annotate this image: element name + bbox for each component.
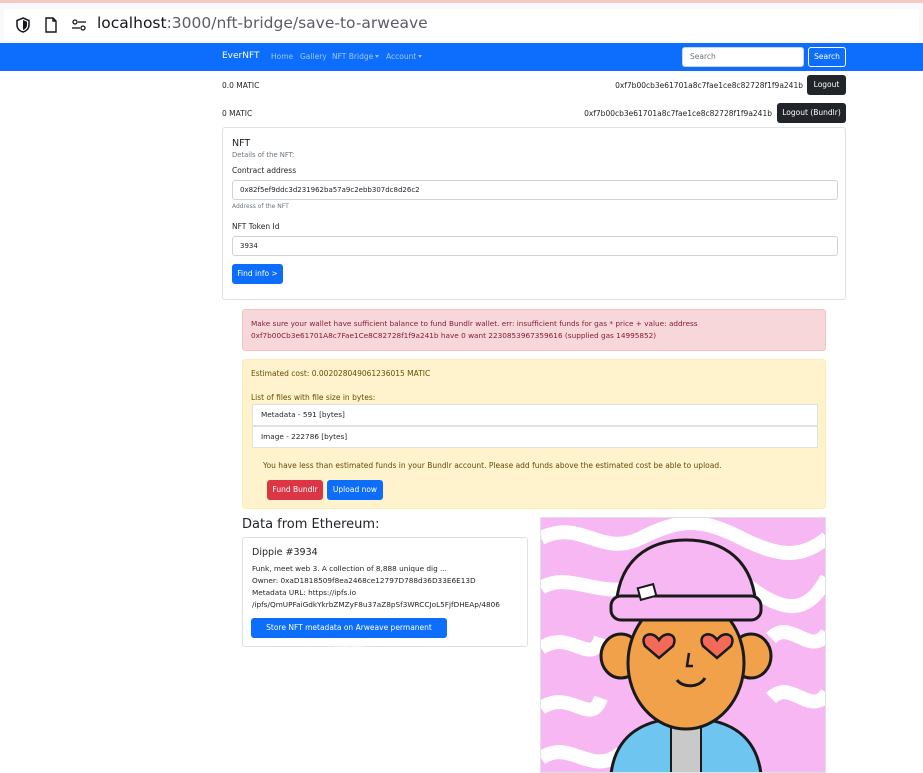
url-host: localhost — [97, 14, 167, 32]
funds-warning: You have less than estimated funds in yo… — [263, 461, 722, 470]
token-label: NFT Token Id — [232, 222, 280, 231]
address-bar[interactable]: localhost:3000/nft-bridge/save-to-arweav… — [4, 9, 919, 41]
shield-icon[interactable] — [14, 16, 32, 34]
find-info-button[interactable]: Find info > — [232, 264, 283, 284]
cost-alert: Estimated cost: 0.002028049061236015 MAT… — [242, 359, 826, 509]
nft-description: Funk, meet web 3. A collection of 8,888 … — [252, 564, 447, 573]
nft-image — [540, 517, 826, 773]
ethereum-heading: Data from Ethereum: — [242, 517, 380, 532]
upload-now-button[interactable]: Upload now — [327, 480, 383, 500]
logout-button[interactable]: Logout — [807, 75, 846, 95]
contract-label: Contract address — [232, 166, 297, 175]
ethereum-card: Dippie #3934 Funk, meet web 3. A collect… — [242, 537, 528, 652]
page-icon[interactable] — [42, 16, 60, 34]
error-line-1: Make sure your wallet have sufficient ba… — [251, 319, 698, 328]
permissions-icon[interactable] — [70, 16, 88, 34]
chevron-down-icon — [375, 55, 380, 58]
nav-account[interactable]: Account — [386, 52, 423, 61]
nft-card-title: NFT — [232, 138, 251, 149]
wallet-address: 0xf7b00cb3e61701a8c7fae1ce8c82728f1f9a24… — [615, 81, 803, 90]
metadata-url-line-2: /ipfs/QmUPFaiGdkYkrbZMZyF8u37aZ8pSf3WRCC… — [252, 600, 500, 609]
files-label: List of files with file size in bytes: — [251, 393, 376, 402]
nft-form-card: NFT Details of the NFT: Contract address… — [222, 127, 846, 300]
list-item: Metadata - 591 [bytes] — [252, 404, 818, 426]
logout-bundlr-button[interactable]: Logout (Bundlr) — [777, 103, 846, 123]
nft-card-subtitle: Details of the NFT: — [232, 151, 295, 159]
fund-bundlr-button[interactable]: Fund Bundlr — [267, 480, 323, 500]
dippie-illustration — [541, 518, 825, 772]
estimated-cost: Estimated cost: 0.002028049061236015 MAT… — [251, 369, 431, 378]
browser-toolbar: localhost:3000/nft-bridge/save-to-arweav… — [0, 0, 923, 43]
nav-home[interactable]: Home — [271, 52, 293, 61]
search-input[interactable]: Search — [682, 47, 804, 67]
url-path: :3000/nft-bridge/save-to-arweave — [166, 14, 428, 32]
contract-help: Address of the NFT — [232, 203, 289, 210]
bundlr-balance: 0 MATIC — [222, 109, 253, 118]
search-button[interactable]: Search — [808, 47, 846, 67]
nft-name: Dippie #3934 — [252, 547, 318, 558]
error-line-2: 0xf7b00Cb3e61701A8c7Fae1Ce8C82728f1f9a24… — [251, 331, 657, 340]
chevron-down-icon — [418, 55, 423, 58]
metadata-url-line-1: Metadata URL: https://ipfs.io — [252, 588, 357, 597]
bundlr-address: 0xf7b00cb3e61701a8c7fae1ce8c82728f1f9a24… — [584, 109, 772, 118]
nav-nft-bridge-label: NFT Bridge — [332, 52, 374, 61]
store-metadata-button[interactable]: Store NFT metadata on Arweave permanent … — [251, 618, 447, 652]
nav-nft-bridge[interactable]: NFT Bridge — [332, 52, 380, 61]
contract-address-field[interactable]: 0x82f5ef9ddc3d231962ba57a9c2ebb307dc8d26… — [232, 180, 838, 200]
matic-balance: 0.0 MATIC — [222, 81, 260, 90]
nft-owner: Owner: 0xaD1818509f8ea2468ce12797D788d36… — [252, 576, 476, 585]
navbar-brand[interactable]: EverNFT — [222, 51, 260, 61]
navbar: EverNFT Home Gallery NFT Bridge Account … — [0, 43, 923, 71]
list-item: Image - 222786 [bytes] — [252, 426, 818, 448]
token-id-field[interactable]: 3934 — [232, 236, 838, 256]
error-alert: Make sure your wallet have sufficient ba… — [242, 309, 826, 351]
url-text[interactable]: localhost:3000/nft-bridge/save-to-arweav… — [97, 14, 428, 32]
nav-gallery[interactable]: Gallery — [300, 52, 327, 61]
nav-account-label: Account — [386, 52, 417, 61]
